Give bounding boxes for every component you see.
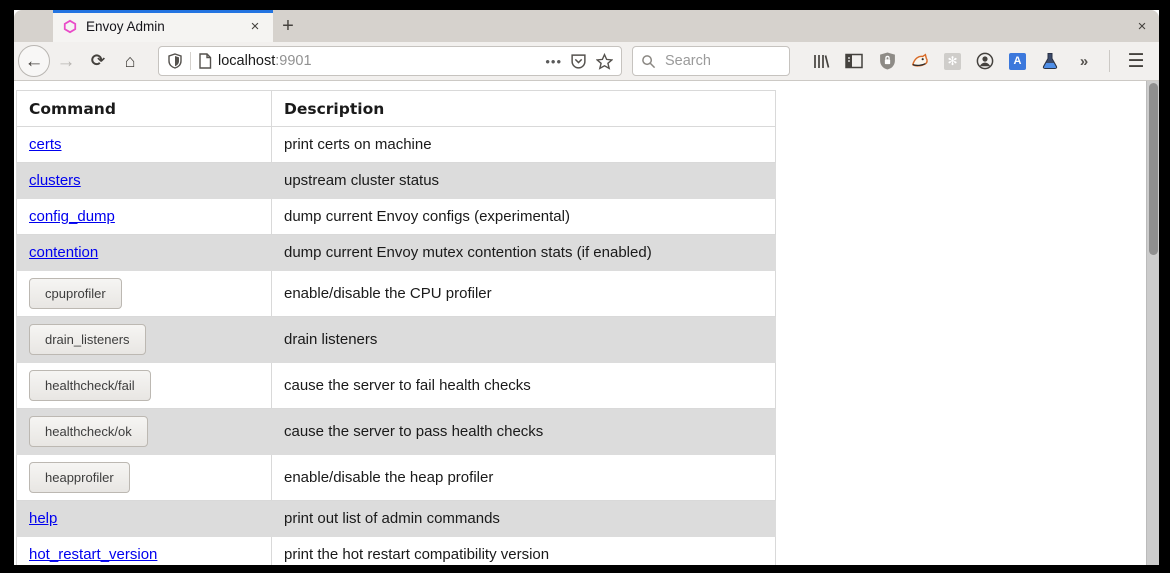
window-close-button[interactable]: × [1125,10,1159,42]
extension-badge-glyph: ✻ [947,54,957,68]
command-column-header: Command [17,91,272,127]
command-table-body: certs print certs on machine clusters upstr… [17,127,776,566]
command-cell: clusters [17,163,272,199]
command-cell: contention [17,235,272,271]
menu-icon[interactable]: ☰ [1127,52,1145,70]
back-button[interactable]: ← [18,45,50,77]
description-cell: cause the server to fail health checks [272,363,776,409]
command-button[interactable]: healthcheck/fail [29,370,151,401]
description-cell: drain listeners [272,317,776,363]
pocket-icon[interactable] [570,53,587,70]
table-row: certs print certs on machine [17,127,776,163]
url-host: localhost [218,53,275,69]
envoy-favicon-icon [63,19,77,34]
command-cell: heapprofiler [17,455,272,501]
page-info-icon[interactable] [198,53,212,69]
forward-arrow-icon: → [57,52,76,71]
description-cell: enable/disable the heap profiler [272,455,776,501]
sidebar-icon[interactable] [845,52,863,70]
description-cell: enable/disable the CPU profiler [272,271,776,317]
table-row: contention dump current Envoy mutex conte… [17,235,776,271]
tab-bar: Envoy Admin × + × [14,10,1159,42]
tab-bar-drag-area [303,10,1125,42]
table-row: clusters upstream cluster status [17,163,776,199]
command-link[interactable]: clusters [29,172,81,189]
command-link[interactable]: contention [29,244,98,261]
command-cell: cpuprofiler [17,271,272,317]
bookmark-star-icon[interactable] [596,53,613,70]
page-content: Command Description certs print certs on … [14,81,1159,565]
url-bar[interactable]: localhost:9901 ••• [158,46,622,76]
command-cell: help [17,501,272,537]
active-tab-indicator [53,10,273,13]
table-row: healthcheck/fail cause the server to fail… [17,363,776,409]
command-cell: healthcheck/ok [17,409,272,455]
table-header-row: Command Description [17,91,776,127]
command-button[interactable]: heapprofiler [29,462,130,493]
toolbar-extension-icons: ✻ A » ☰ [812,50,1145,72]
description-cell: upstream cluster status [272,163,776,199]
table-row: healthcheck/ok cause the server to pass h… [17,409,776,455]
description-cell: dump current Envoy configs (experimental… [272,199,776,235]
urlbar-divider [190,52,191,70]
command-cell: healthcheck/fail [17,363,272,409]
command-button[interactable]: cpuprofiler [29,278,122,309]
url-text[interactable]: localhost:9901 [218,53,545,69]
gray-extension-icon[interactable]: ✻ [944,53,961,70]
tab-close-icon[interactable]: × [245,16,265,36]
command-link[interactable]: certs [29,136,62,153]
vertical-scrollbar[interactable] [1146,81,1159,565]
search-box[interactable] [632,46,790,76]
toolbar-separator [1109,50,1110,72]
command-link[interactable]: config_dump [29,208,115,225]
description-cell: print the hot restart compatibility vers… [272,537,776,566]
command-link[interactable]: help [29,510,57,527]
table-row: hot_restart_version print the hot restart… [17,537,776,566]
library-icon[interactable] [812,52,830,70]
description-cell: print certs on machine [272,127,776,163]
forward-button[interactable]: → [50,45,82,77]
home-button[interactable]: ⌂ [114,45,146,77]
translate-badge-glyph: A [1014,55,1022,67]
command-cell: config_dump [17,199,272,235]
tracking-protection-shield-icon[interactable] [167,53,183,69]
command-button[interactable]: drain_listeners [29,324,146,355]
fox-extension-icon[interactable] [911,52,929,70]
flask-extension-icon[interactable] [1041,52,1059,70]
new-tab-button[interactable]: + [273,10,303,42]
scrollbar-thumb[interactable] [1149,83,1158,255]
command-cell: certs [17,127,272,163]
back-arrow-icon: ← [25,52,44,71]
description-cell: dump current Envoy mutex contention stat… [272,235,776,271]
search-input[interactable] [663,52,781,70]
browser-window: Envoy Admin × + × ← → ⟳ ⌂ [14,10,1159,565]
titlebar-spacer[interactable] [14,10,53,42]
reload-icon: ⟳ [91,51,105,71]
table-row: heapprofiler enable/disable the heap prof… [17,455,776,501]
table-row: cpuprofiler enable/disable the CPU profil… [17,271,776,317]
table-row: help print out list of admin commands [17,501,776,537]
command-link[interactable]: hot_restart_version [29,546,157,563]
url-port: :9901 [275,53,311,69]
search-icon [641,54,656,69]
reload-button[interactable]: ⟳ [82,45,114,77]
admin-command-table: Command Description certs print certs on … [16,90,776,565]
description-column-header: Description [272,91,776,127]
tab-title: Envoy Admin [86,19,245,34]
command-button[interactable]: healthcheck/ok [29,416,148,447]
page-actions-icon[interactable]: ••• [545,54,562,69]
account-icon[interactable] [976,52,994,70]
command-cell: hot_restart_version [17,537,272,566]
table-row: config_dump dump current Envoy configs (e… [17,199,776,235]
translate-extension-icon[interactable]: A [1009,53,1026,70]
home-icon: ⌂ [125,51,136,72]
navigation-toolbar: ← → ⟳ ⌂ localhost:9901 ••• [14,42,1159,81]
tab-envoy-admin[interactable]: Envoy Admin × [53,10,273,42]
command-cell: drain_listeners [17,317,272,363]
shield-lock-icon[interactable] [878,52,896,70]
overflow-chevron-icon[interactable]: » [1074,52,1092,70]
description-cell: cause the server to pass health checks [272,409,776,455]
description-cell: print out list of admin commands [272,501,776,537]
table-row: drain_listeners drain listeners [17,317,776,363]
